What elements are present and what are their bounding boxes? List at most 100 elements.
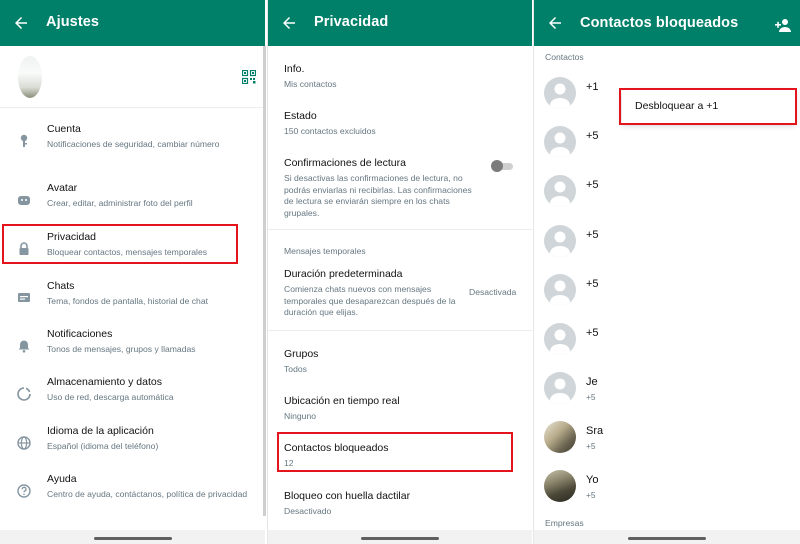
privacy-item-label: Grupos <box>284 348 319 360</box>
blocked-contact-row[interactable]: +5 <box>534 323 800 367</box>
settings-item-avatar[interactable]: Avatar Crear, editar, administrar foto d… <box>0 182 265 228</box>
settings-item-label: Avatar <box>47 182 78 194</box>
section-divider <box>268 229 532 230</box>
add-contact-icon[interactable] <box>774 18 792 32</box>
privacy-item-groups[interactable]: Grupos Todos <box>284 348 520 376</box>
home-indicator[interactable] <box>93 537 172 540</box>
contact-avatar <box>544 323 576 355</box>
privacy-item-status[interactable]: Estado 150 contactos excluidos <box>284 110 520 138</box>
default-person-icon <box>550 231 570 257</box>
settings-item-chats[interactable]: Chats Tema, fondos de pantalla, historia… <box>0 280 265 326</box>
qr-code-icon[interactable] <box>242 70 256 84</box>
contact-name: +1 <box>586 81 599 93</box>
privacy-item-live-location[interactable]: Ubicación en tiempo real Ninguno <box>284 395 520 423</box>
privacy-item-sub: Desactivado <box>284 506 332 516</box>
settings-item-notifications[interactable]: Notificaciones Tonos de mensajes, grupos… <box>0 328 265 374</box>
page-title: Contactos bloqueados <box>580 15 739 31</box>
settings-item-sub: Centro de ayuda, contáctanos, política d… <box>47 489 248 499</box>
contact-name: +5 <box>586 130 599 142</box>
settings-item-label: Idioma de la aplicación <box>47 425 154 437</box>
default-person-icon <box>550 280 570 306</box>
settings-item-label: Almacenamiento y datos <box>47 376 162 388</box>
blocked-contacts-app-bar: Contactos bloqueados <box>534 0 800 46</box>
contact-number: +5 <box>586 441 596 451</box>
gesture-nav-bar <box>534 530 800 544</box>
settings-app-bar: Ajustes <box>0 0 265 46</box>
profile-avatar[interactable] <box>18 56 42 98</box>
privacy-panel: Privacidad Info. Mis contactos Estado 15… <box>267 0 532 544</box>
settings-item-account[interactable]: Cuenta Notificaciones de seguridad, camb… <box>0 123 265 169</box>
default-person-icon <box>550 378 570 404</box>
chat-icon <box>18 293 30 302</box>
businesses-section-title: Empresas <box>545 518 584 528</box>
blocked-contact-row[interactable]: +5 <box>534 175 800 219</box>
settings-item-sub: Crear, editar, administrar foto del perf… <box>47 198 193 208</box>
privacy-item-read-receipts[interactable]: Confirmaciones de lectura Si desactivas … <box>284 157 520 219</box>
help-icon <box>17 484 31 498</box>
privacy-item-fingerprint[interactable]: Bloqueo con huella dactilar Desactivado <box>284 490 520 518</box>
page-title: Privacidad <box>314 14 389 30</box>
settings-item-label: Cuenta <box>47 123 81 135</box>
contact-name: +5 <box>586 229 599 241</box>
section-divider <box>268 330 532 331</box>
privacy-item-label: Bloqueo con huella dactilar <box>284 490 411 502</box>
default-person-icon <box>550 329 570 355</box>
settings-item-sub: Notificaciones de seguridad, cambiar núm… <box>47 139 220 149</box>
back-arrow-icon[interactable] <box>280 14 298 32</box>
settings-panel: Ajustes Cuenta Notificaciones de segurid… <box>0 0 265 544</box>
settings-item-label: Ayuda <box>47 473 77 485</box>
privacy-item-label: Ubicación en tiempo real <box>284 395 400 407</box>
key-icon <box>20 134 28 147</box>
settings-item-label: Notificaciones <box>47 328 113 340</box>
default-person-icon <box>550 83 570 109</box>
contact-name: +5 <box>586 278 599 290</box>
gesture-nav-bar <box>0 530 265 544</box>
settings-item-sub: Español (idioma del teléfono) <box>47 441 159 451</box>
settings-item-sub: Tema, fondos de pantalla, historial de c… <box>47 296 208 306</box>
temp-messages-section-title: Mensajes temporales <box>284 246 366 256</box>
back-arrow-icon[interactable] <box>12 14 30 32</box>
contact-avatar <box>544 274 576 306</box>
blocked-contact-row[interactable]: +5 <box>534 225 800 269</box>
privacy-item-label: Duración predeterminada <box>284 268 403 280</box>
blocked-contacts-highlight-box <box>277 432 513 472</box>
contact-avatar <box>544 225 576 257</box>
contact-name: Je <box>586 376 598 388</box>
default-person-icon <box>550 132 570 158</box>
blocked-contact-row[interactable]: +5 <box>534 126 800 170</box>
contact-avatar <box>544 77 576 109</box>
contact-name: Sra <box>586 425 604 437</box>
home-indicator[interactable] <box>628 537 706 540</box>
contact-photo <box>544 421 576 453</box>
read-receipts-toggle[interactable] <box>491 160 515 172</box>
privacy-app-bar: Privacidad <box>268 0 532 46</box>
scrollbar[interactable] <box>263 46 266 516</box>
privacy-item-sub: 150 contactos excluidos <box>284 126 376 136</box>
blocked-contact-row[interactable]: Sra +5 <box>534 421 800 465</box>
contact-name: +5 <box>586 327 599 339</box>
blocked-contact-row[interactable]: Yo +5 <box>534 470 800 514</box>
contact-name: Yo <box>586 474 599 486</box>
contact-number: +5 <box>586 490 596 500</box>
privacy-item-sub: Mis contactos <box>284 79 337 89</box>
toggle-knob <box>491 160 503 172</box>
privacy-item-info[interactable]: Info. Mis contactos <box>284 63 520 91</box>
default-person-icon <box>550 181 570 207</box>
privacy-item-sub: Todos <box>284 364 307 374</box>
settings-item-help[interactable]: Ayuda Centro de ayuda, contáctanos, polí… <box>0 473 265 519</box>
contact-photo <box>544 470 576 502</box>
page-title: Ajustes <box>46 14 100 30</box>
settings-item-label: Chats <box>47 280 75 292</box>
blocked-contact-row[interactable]: +5 <box>534 274 800 318</box>
settings-item-language[interactable]: Idioma de la aplicación Español (idioma … <box>0 425 265 471</box>
settings-item-storage[interactable]: Almacenamiento y datos Uso de red, desca… <box>0 376 265 422</box>
home-indicator[interactable] <box>361 537 439 540</box>
profile-row[interactable] <box>0 46 265 108</box>
contacts-section-title: Contactos <box>545 52 584 62</box>
privacy-item-label: Confirmaciones de lectura <box>284 157 406 169</box>
blocked-contact-row[interactable]: Je +5 <box>534 372 800 416</box>
back-arrow-icon[interactable] <box>546 14 564 32</box>
bell-icon <box>18 340 30 353</box>
contact-name: +5 <box>586 179 599 191</box>
privacy-item-sub: Ninguno <box>284 411 317 421</box>
